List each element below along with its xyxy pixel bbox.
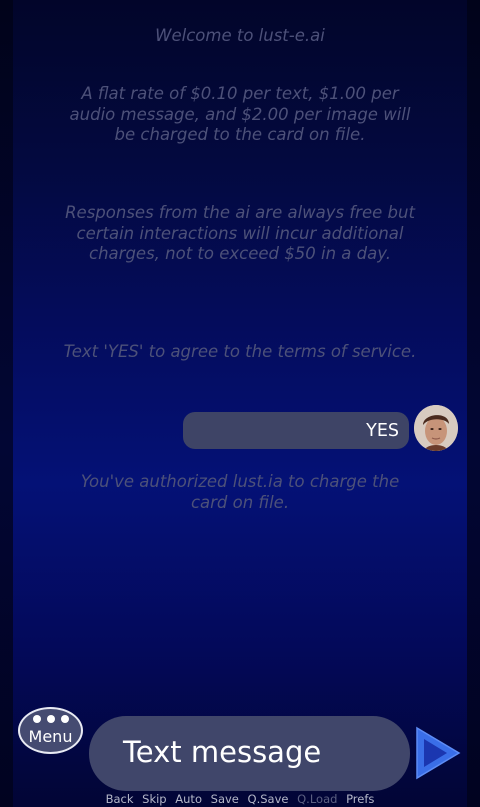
chat-screen: Welcome to lust-e.ai A flat rate of $0.1… xyxy=(0,0,480,807)
right-border xyxy=(467,0,480,807)
system-message-terms: Text 'YES' to agree to the terms of serv… xyxy=(63,342,417,361)
quick-menu-skip[interactable]: Skip xyxy=(142,792,166,806)
quick-menu-auto[interactable]: Auto xyxy=(175,792,202,806)
left-border xyxy=(0,0,13,807)
quick-menu-prefs[interactable]: Prefs xyxy=(346,792,374,806)
system-message-rates: A flat rate of $0.10 per text, $1.00 per… xyxy=(69,84,411,144)
avatar-portrait-icon xyxy=(414,405,458,451)
user-avatar xyxy=(414,405,458,451)
system-message-authorized: You've authorized lust.ia to charge the … xyxy=(80,472,400,512)
quick-menu-bar: Back Skip Auto Save Q.Save Q.Load Prefs xyxy=(0,792,480,807)
system-message-responses: Responses from the ai are always free bu… xyxy=(65,203,415,263)
quick-menu-save[interactable]: Save xyxy=(211,792,239,806)
three-dots-icon xyxy=(20,715,81,723)
system-message-welcome: Welcome to lust-e.ai xyxy=(155,26,325,45)
user-message-bubble: YES xyxy=(183,412,409,449)
quick-menu-qsave[interactable]: Q.Save xyxy=(248,792,289,806)
menu-button-label: Menu xyxy=(28,727,73,746)
menu-button[interactable]: Menu xyxy=(18,707,83,754)
quick-menu-back[interactable]: Back xyxy=(106,792,134,806)
quick-menu-qload: Q.Load xyxy=(297,792,338,806)
text-message-input[interactable]: Text message xyxy=(89,716,410,791)
play-arrow-icon xyxy=(416,726,461,780)
send-button[interactable] xyxy=(412,726,462,780)
